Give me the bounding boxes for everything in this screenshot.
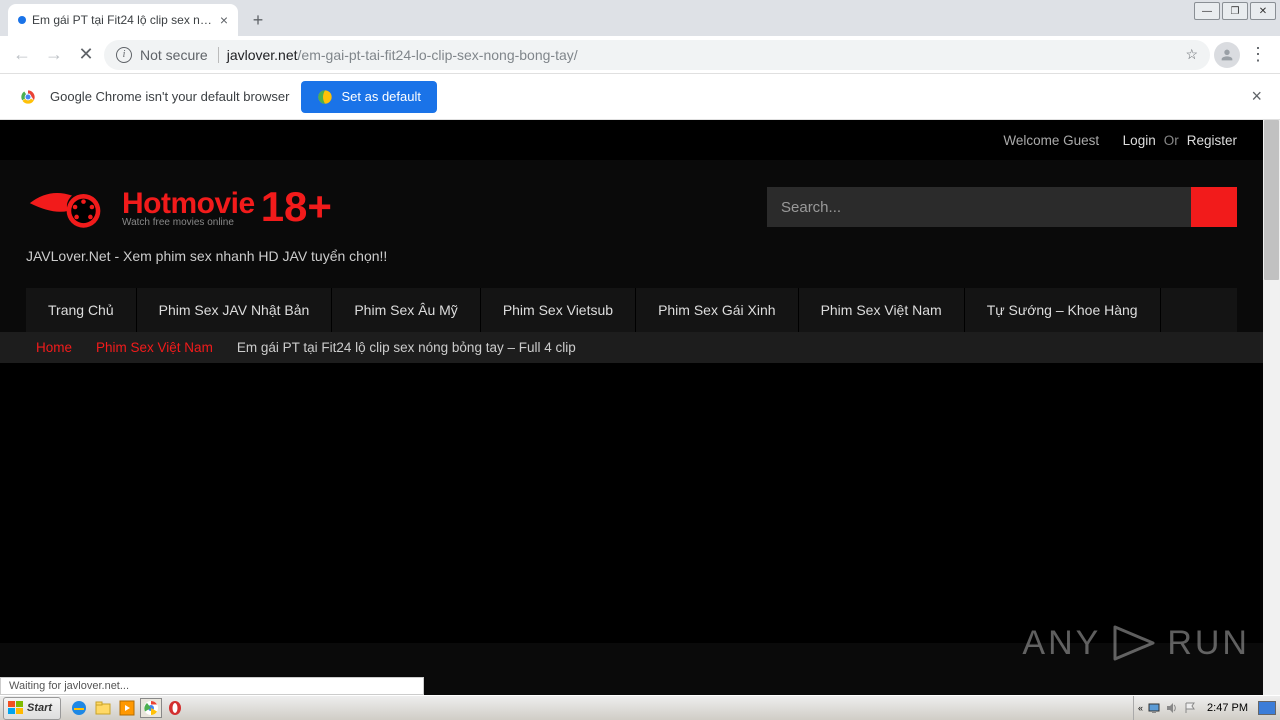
search-button[interactable]	[1191, 187, 1237, 227]
tab-title: Em gái PT tại Fit24 lộ clip sex nóng b	[32, 13, 214, 27]
register-link[interactable]: Register	[1187, 133, 1237, 148]
play-outline-icon	[1109, 621, 1159, 665]
page-content: Welcome Guest Login Or Register	[0, 120, 1280, 695]
scrollbar[interactable]	[1263, 120, 1280, 695]
nav-item-vietsub[interactable]: Phim Sex Vietsub	[481, 288, 636, 332]
browser-toolbar: ← → ✕ i Not secure javlover.net/em-gai-p…	[0, 36, 1280, 74]
infobar-message: Google Chrome isn't your default browser	[50, 89, 289, 104]
taskbar-media-icon[interactable]	[116, 698, 138, 718]
info-icon[interactable]: i	[116, 47, 132, 63]
breadcrumb-current: Em gái PT tại Fit24 lộ clip sex nóng bỏn…	[237, 340, 576, 355]
minimize-button[interactable]: —	[1194, 2, 1220, 20]
tab-bar: Em gái PT tại Fit24 lộ clip sex nóng b ×…	[0, 0, 1280, 36]
profile-avatar[interactable]	[1214, 42, 1240, 68]
nav-item-vietnam[interactable]: Phim Sex Việt Nam	[799, 288, 965, 332]
search-input[interactable]	[767, 187, 1191, 227]
nav-item-gaixinh[interactable]: Phim Sex Gái Xinh	[636, 288, 799, 332]
content-area	[0, 363, 1263, 643]
main-nav: Trang Chủ Phim Sex JAV Nhật Bản Phim Sex…	[26, 288, 1237, 332]
bookmark-star-icon[interactable]: ☆	[1185, 46, 1198, 63]
logo-main-text: Hotmovie	[122, 187, 255, 220]
taskbar-opera-icon[interactable]	[164, 698, 186, 718]
nav-item-jav[interactable]: Phim Sex JAV Nhật Bản	[137, 288, 333, 332]
windows-flag-icon	[8, 701, 24, 715]
taskbar: Start « 2:47 PM	[0, 695, 1280, 720]
nav-item-aumy[interactable]: Phim Sex Âu Mỹ	[332, 288, 480, 332]
taskbar-chrome-icon[interactable]	[140, 698, 162, 718]
tray-flag-icon[interactable]	[1183, 701, 1197, 715]
tray-expand-icon[interactable]: «	[1138, 703, 1143, 713]
address-bar[interactable]: i Not secure javlover.net/em-gai-pt-tai-…	[104, 40, 1210, 70]
welcome-text: Welcome Guest	[1003, 133, 1099, 148]
taskbar-explorer-icon[interactable]	[92, 698, 114, 718]
maximize-button[interactable]: ❐	[1222, 2, 1248, 20]
default-browser-infobar: Google Chrome isn't your default browser…	[0, 74, 1280, 120]
forward-button[interactable]: →	[40, 41, 68, 69]
taskbar-clock[interactable]: 2:47 PM	[1203, 702, 1252, 714]
tab-favicon	[18, 16, 26, 24]
status-bar: Waiting for javlover.net...	[0, 677, 424, 695]
start-button[interactable]: Start	[3, 697, 61, 720]
taskbar-ie-icon[interactable]	[68, 698, 90, 718]
security-label: Not secure	[140, 47, 219, 63]
scrollbar-thumb[interactable]	[1264, 120, 1279, 280]
site-logo[interactable]: Hotmovie Watch free movies online 18+ JA…	[26, 180, 727, 264]
site-top-bar: Welcome Guest Login Or Register	[0, 120, 1263, 160]
stop-reload-button[interactable]: ✕	[72, 41, 100, 69]
breadcrumb: Home Phim Sex Việt Nam Em gái PT tại Fit…	[0, 332, 1263, 363]
tray-volume-icon[interactable]	[1165, 701, 1179, 715]
show-desktop-button[interactable]	[1258, 701, 1276, 715]
tray-network-icon[interactable]	[1147, 701, 1161, 715]
set-default-button[interactable]: Set as default	[301, 81, 437, 113]
nav-item-tusuong[interactable]: Tự Sướng – Khoe Hàng	[965, 288, 1161, 332]
new-tab-button[interactable]: +	[244, 6, 272, 34]
chrome-menu-icon[interactable]: ⋮	[1244, 44, 1272, 65]
flame-reel-icon	[26, 180, 118, 234]
system-tray: « 2:47 PM	[1133, 696, 1280, 720]
browser-tab[interactable]: Em gái PT tại Fit24 lộ clip sex nóng b ×	[8, 4, 238, 36]
breadcrumb-home[interactable]: Home	[36, 340, 72, 355]
globe-icon	[317, 89, 333, 105]
anyrun-watermark: ANY RUN	[1022, 621, 1250, 665]
search-form	[767, 187, 1237, 227]
close-window-button[interactable]: ✕	[1250, 2, 1276, 20]
infobar-close-icon[interactable]: ×	[1251, 86, 1262, 107]
chrome-icon	[18, 87, 38, 107]
site-tagline: JAVLover.Net - Xem phim sex nhanh HD JAV…	[26, 248, 727, 264]
tab-close-icon[interactable]: ×	[220, 12, 228, 28]
back-button[interactable]: ←	[8, 41, 36, 69]
url-text: javlover.net/em-gai-pt-tai-fit24-lo-clip…	[227, 47, 578, 63]
login-link[interactable]: Login	[1123, 133, 1156, 148]
breadcrumb-category[interactable]: Phim Sex Việt Nam	[96, 340, 213, 355]
nav-item-home[interactable]: Trang Chủ	[26, 288, 137, 332]
or-text: Or	[1164, 133, 1179, 148]
logo-suffix: 18+	[261, 183, 332, 231]
